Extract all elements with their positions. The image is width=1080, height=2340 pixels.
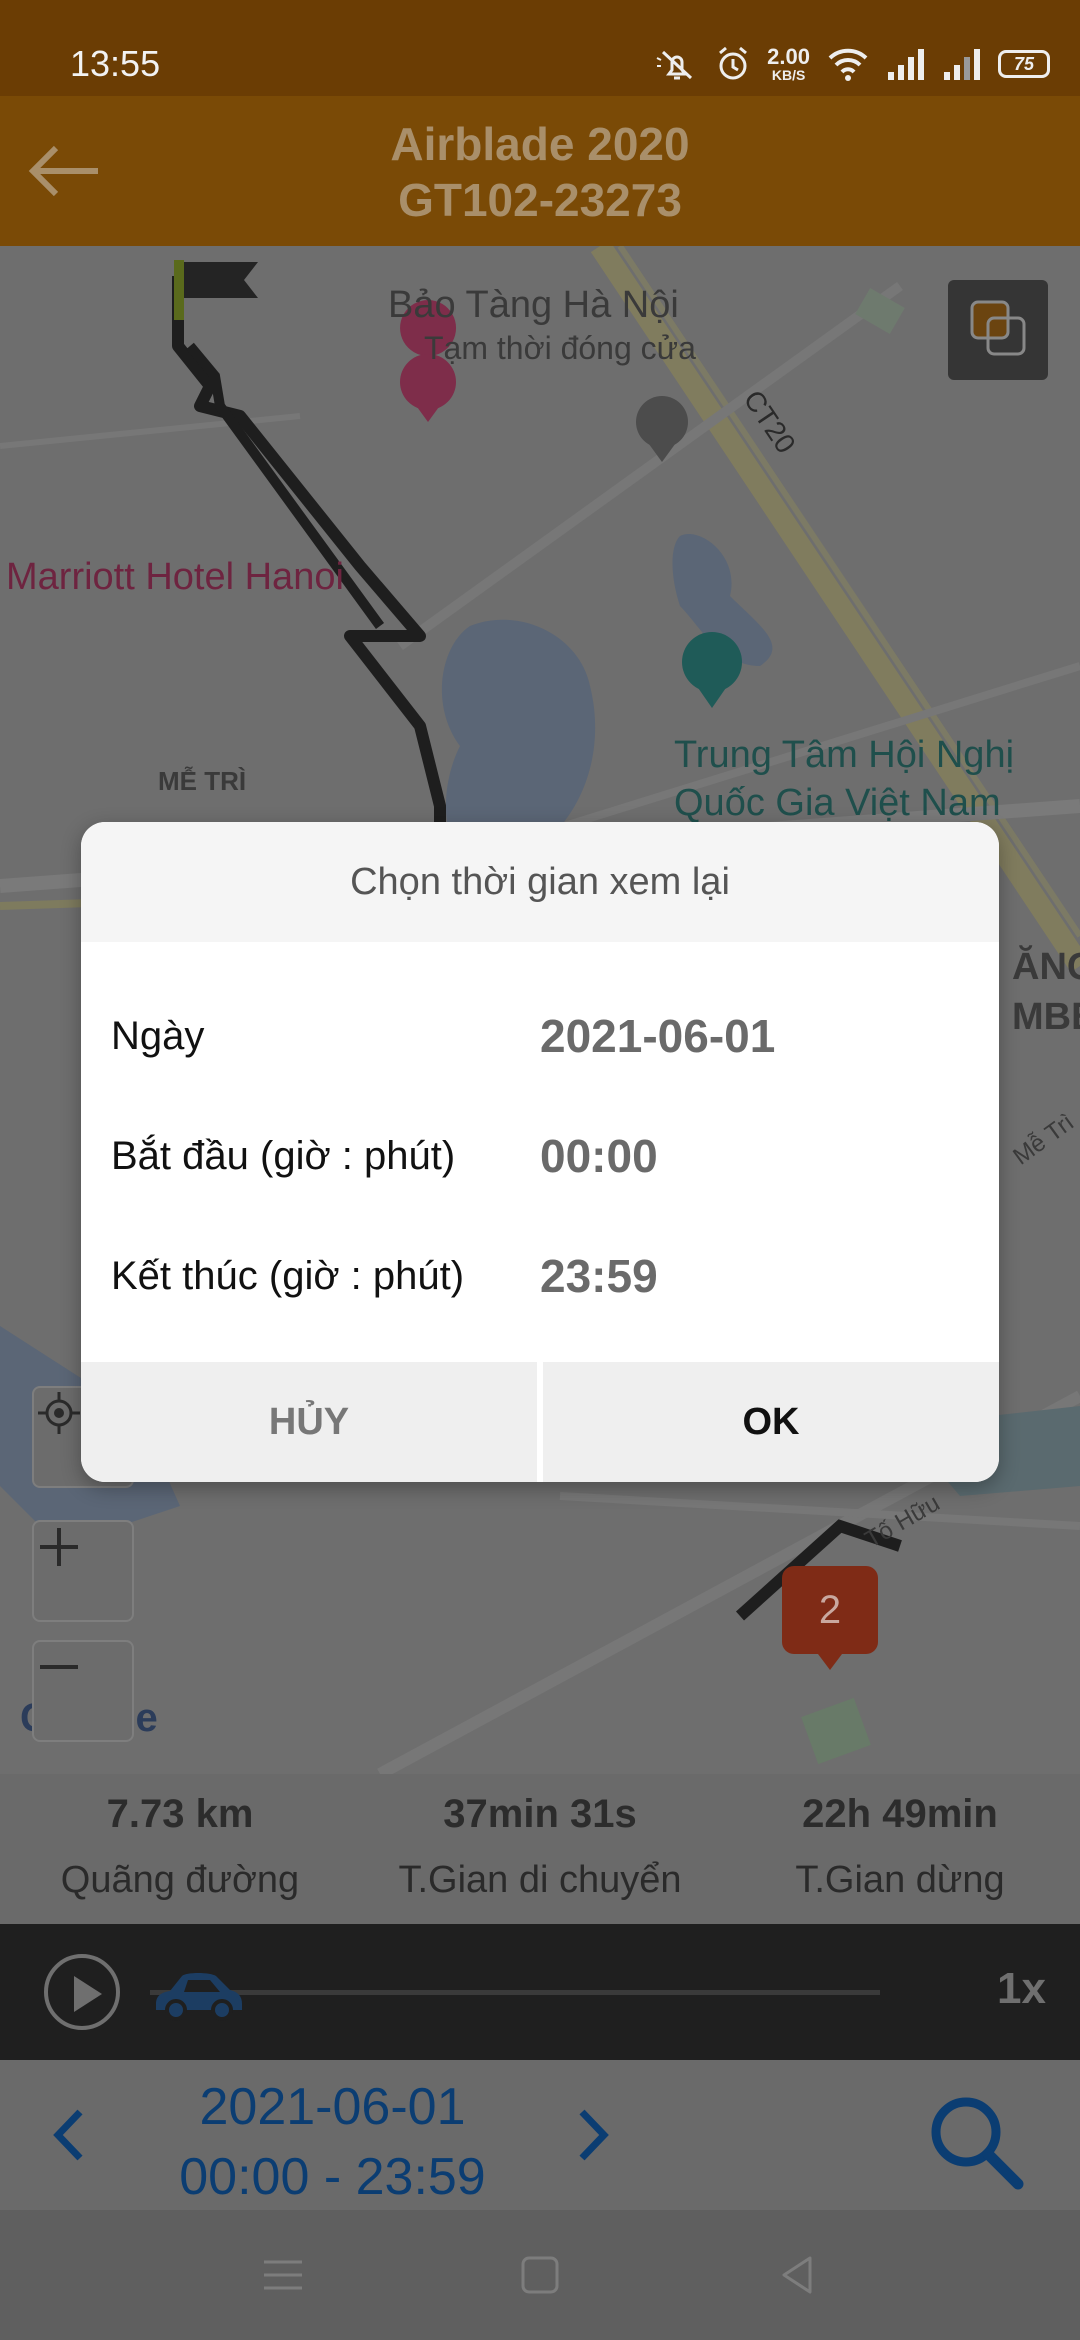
map-marker-cluster[interactable]: 2 [782,1566,878,1670]
selected-range[interactable]: 2021-06-01 00:00 - 23:59 [150,2072,515,2212]
date-label: Ngày [111,1014,205,1058]
vehicle-name: Airblade 2020 [390,118,690,170]
date-value[interactable]: 2021-06-01 [540,986,775,1086]
search-icon [931,2097,1024,2190]
trip-stats: 7.73 km Quãng đường 37min 31s T.Gian di … [0,1774,1080,1924]
minus-icon [40,1665,78,1669]
app-header: Airblade 2020 GT102-23273 [0,96,1080,246]
map-label-museum-status: Tạm thời đóng cửa [424,330,696,366]
play-button[interactable] [44,1954,120,2030]
zoom-in-button[interactable] [32,1520,134,1622]
dialog-title: Chọn thời gian xem lại [81,822,999,942]
status-bar: 13:55 2.00 KB/S 75 [0,0,1080,96]
selected-time-range: 00:00 - 23:59 [179,2148,486,2206]
vehicle-plate: GT102-23273 [398,174,682,226]
system-navigation-bar [0,2210,1080,2340]
end-time-value[interactable]: 23:59 [540,1226,658,1326]
map-label-edge-1: ĂNG [1012,946,1080,988]
network-speed-value: 2.00 [767,44,810,69]
playback-bar: 1x [0,1924,1080,2060]
map-label-convention-1: Trung Tâm Hội Nghị [674,734,1015,776]
signal-icon-2 [942,44,982,84]
dialog-actions: HỦY OK [81,1362,999,1482]
car-icon[interactable] [150,1964,246,2029]
app-screen: 13:55 2.00 KB/S 75 Airblade 2020 GT102-2… [0,0,1080,2340]
wifi-icon [826,44,870,84]
stat-moving-time-label: T.Gian di chuyển [398,1859,682,1901]
date-row[interactable]: Ngày 2021-06-01 [81,986,999,1086]
location-target-icon [38,1392,80,1434]
end-time-label: Kết thúc (giờ : phút) [111,1254,465,1298]
playback-speed-button[interactable]: 1x [997,1964,1046,2014]
signal-icon [886,44,926,84]
ok-button[interactable]: OK [543,1362,999,1482]
stat-distance-label: Quãng đường [60,1859,300,1901]
stat-moving-time-value: 37min 31s [443,1792,637,1836]
selected-date: 2021-06-01 [199,2078,466,2136]
map-label-convention-2: Quốc Gia Việt Nam [674,782,1001,824]
home-icon[interactable] [515,2250,565,2300]
back-button[interactable] [20,126,110,216]
time-picker-dialog: Chọn thời gian xem lại Ngày 2021-06-01 B… [81,822,999,1482]
stat-distance-value: 7.73 km [106,1792,254,1836]
layers-icon [970,300,1026,356]
alarm-icon [715,44,751,84]
date-navigation: 2021-06-01 00:00 - 23:59 [0,2060,1080,2210]
cancel-button[interactable]: HỦY [81,1362,537,1482]
map-label-edge-2: MBE [1012,996,1080,1038]
network-speed-unit: KB/S [771,67,806,83]
chevron-left-icon [53,2109,83,2161]
map-label-hotel: Marriott Hotel Hanoi [6,556,344,598]
search-button[interactable] [920,2086,1030,2196]
map-layers-button[interactable] [948,280,1048,380]
chevron-right-icon [579,2109,609,2161]
stat-stop-time-label: T.Gian dừng [795,1859,1005,1901]
plus-icon [40,1528,78,1566]
start-time-value[interactable]: 00:00 [540,1106,658,1206]
menu-icon[interactable] [258,2250,308,2300]
end-time-row[interactable]: Kết thúc (giờ : phút) 23:59 [81,1226,999,1326]
battery-icon: 75 [998,50,1050,78]
zoom-out-button[interactable] [32,1640,134,1742]
status-time: 13:55 [70,43,161,84]
map-label-district: MỄ TRÌ [158,766,247,796]
stat-moving-time: 37min 31s T.Gian di chuyển [360,1774,720,1924]
status-icons: 2.00 KB/S 75 [655,42,1050,86]
playback-slider[interactable] [150,1990,880,1995]
network-speed: 2.00 KB/S [767,44,810,83]
stat-distance: 7.73 km Quãng đường [0,1774,360,1924]
page-title: Airblade 2020 GT102-23273 [180,116,900,228]
map-label-museum: Bảo Tàng Hà Nội [388,284,679,326]
mute-icon [655,44,699,84]
start-time-label: Bắt đầu (giờ : phút) [111,1134,456,1178]
stat-stop-time: 22h 49min T.Gian dừng [720,1774,1080,1924]
next-day-button[interactable] [562,2100,622,2170]
start-time-row[interactable]: Bắt đầu (giờ : phút) 00:00 [81,1106,999,1206]
back-nav-icon[interactable] [772,2250,822,2300]
arrow-left-icon [28,145,98,197]
previous-day-button[interactable] [40,2100,100,2170]
stat-stop-time-value: 22h 49min [802,1792,998,1836]
